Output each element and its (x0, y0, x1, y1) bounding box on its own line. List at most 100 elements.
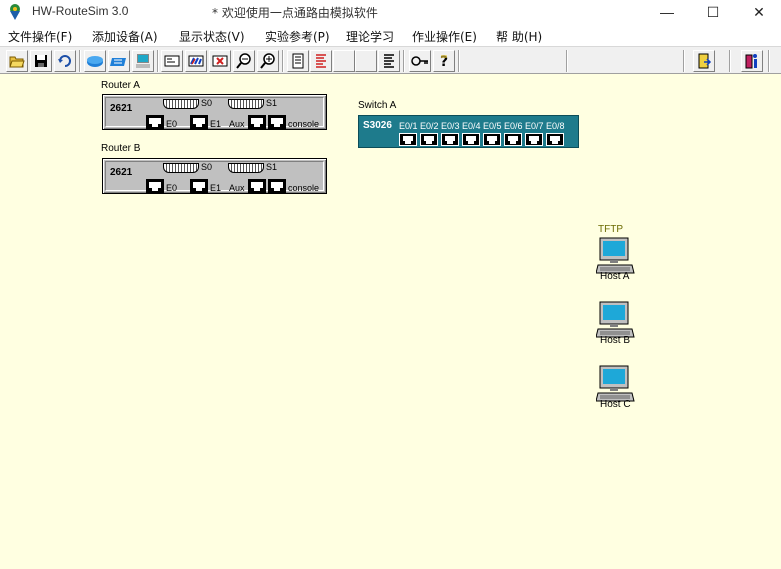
switch-port-e0-7[interactable] (525, 133, 543, 146)
toolbar-separator (458, 50, 460, 72)
zoom-out-button[interactable] (233, 50, 255, 72)
blank-button[interactable] (355, 50, 377, 72)
maximize-button[interactable]: ☐ (690, 0, 736, 24)
connect-button[interactable] (185, 50, 207, 72)
switch-port-e0-4[interactable] (462, 133, 480, 146)
refresh-button[interactable] (54, 50, 76, 72)
zoom-in-button[interactable] (257, 50, 279, 72)
toolbar-separator (282, 50, 284, 72)
info-icon (745, 54, 757, 69)
port-label: console (288, 183, 320, 193)
port-label: console (288, 119, 320, 129)
exit-button[interactable] (693, 50, 715, 72)
menu-lab-reference[interactable]: 实验参考(P) (265, 28, 330, 45)
toolbar-separator (566, 50, 568, 72)
host-icon (136, 54, 150, 68)
switch-model: S3026 (363, 120, 392, 131)
router-b[interactable]: 2621 S0 S1 E0 E1 Aux console (102, 158, 327, 194)
toolbar: ? (0, 46, 781, 74)
terminal-button[interactable] (161, 50, 183, 72)
switch-icon (110, 58, 126, 66)
save-icon (35, 55, 47, 67)
help-icon: ? (440, 54, 448, 69)
add-router-button[interactable] (84, 50, 106, 72)
minimize-button[interactable]: — (644, 0, 690, 24)
switch-port-e0-8[interactable] (546, 133, 564, 146)
router-icon (87, 56, 103, 67)
console-port[interactable] (268, 115, 286, 129)
app-logo-icon (10, 4, 20, 20)
document-icon (292, 53, 304, 69)
list-icon (384, 54, 394, 68)
switch-port-label: E0/6 (504, 121, 523, 131)
switch-port-e0-1[interactable] (399, 133, 417, 146)
delete-connection-icon (212, 55, 228, 67)
switch-port-e0-3[interactable] (441, 133, 459, 146)
serial-label: S0 (201, 98, 213, 108)
host-a-label: Host A (600, 271, 630, 282)
save-button[interactable] (30, 50, 52, 72)
serial-label: S1 (266, 162, 278, 172)
serial-port-s1[interactable] (228, 99, 264, 109)
router-panel: 2621 S0 S1 E0 E1 Aux console (105, 97, 324, 129)
report-button[interactable] (310, 50, 332, 72)
aux-port[interactable] (248, 179, 266, 193)
menu-file[interactable]: 文件操作(F) (8, 28, 72, 45)
document-button[interactable] (287, 50, 309, 72)
menu-homework[interactable]: 作业操作(E) (412, 28, 477, 45)
serial-port-s0[interactable] (163, 163, 199, 173)
zoom-in-icon (260, 53, 275, 69)
add-host-button[interactable] (132, 50, 154, 72)
switch-port-label: E0/7 (525, 121, 544, 131)
port-label: E0 (166, 119, 178, 129)
key-icon (411, 56, 428, 66)
switch-port-e0-6[interactable] (504, 133, 522, 146)
menu-theory[interactable]: 理论学习 (346, 28, 394, 45)
list-button[interactable] (378, 50, 400, 72)
serial-label: S1 (266, 98, 278, 108)
delete-connection-button[interactable] (209, 50, 231, 72)
router-b-label: Router B (101, 143, 141, 154)
switch-a-label: Switch A (358, 100, 397, 111)
open-folder-icon (9, 56, 25, 68)
switch-port-label: E0/2 (420, 121, 439, 131)
info-button[interactable] (741, 50, 763, 72)
add-switch-button[interactable] (108, 50, 130, 72)
serial-port-s1[interactable] (228, 163, 264, 173)
port-label: E1 (210, 119, 222, 129)
menu-view-status[interactable]: 显示状态(V) (179, 28, 245, 45)
ethernet-port-e1[interactable] (190, 179, 208, 193)
blank-button[interactable] (333, 50, 355, 72)
toolbar-separator (768, 50, 770, 72)
app-title: HW-RouteSim 3.0 (32, 4, 129, 18)
serial-port-s0[interactable] (163, 99, 199, 109)
topology-canvas[interactable]: Router A 2621 S0 S1 E0 E1 Aux console Ro… (0, 74, 781, 569)
ethernet-port-e0[interactable] (146, 179, 164, 193)
zoom-out-icon (236, 53, 251, 69)
aux-port[interactable] (248, 115, 266, 129)
switch-port-e0-5[interactable] (483, 133, 501, 146)
password-button[interactable] (409, 50, 431, 72)
switch-port-label: E0/8 (546, 121, 565, 131)
title-bar: HW-RouteSim 3.0 * 欢迎使用一点通路由模拟软件 — ☐ ✕ (0, 0, 781, 24)
refresh-icon (58, 55, 71, 67)
switch-a[interactable]: S3026 E0/1 E0/2 E0/3 E0/4 E0/5 E0/6 E0/7… (358, 115, 579, 148)
router-model: 2621 (110, 167, 133, 178)
port-label: E0 (166, 183, 178, 193)
menu-add-device[interactable]: 添加设备(A) (92, 28, 158, 45)
connect-icon (188, 55, 204, 67)
ethernet-port-e1[interactable] (190, 115, 208, 129)
close-button[interactable]: ✕ (736, 0, 781, 24)
switch-port-e0-2[interactable] (420, 133, 438, 146)
toolbar-separator (683, 50, 685, 72)
tftp-label: TFTP (598, 224, 623, 235)
ethernet-port-e0[interactable] (146, 115, 164, 129)
router-a-label: Router A (101, 80, 140, 91)
console-port[interactable] (268, 179, 286, 193)
toolbar-separator (403, 50, 405, 72)
switch-port-label: E0/4 (462, 121, 481, 131)
router-a[interactable]: 2621 S0 S1 E0 E1 Aux console (102, 94, 327, 130)
open-button[interactable] (6, 50, 28, 72)
help-button[interactable]: ? (433, 50, 455, 72)
menu-help[interactable]: 帮 助(H) (496, 28, 542, 45)
